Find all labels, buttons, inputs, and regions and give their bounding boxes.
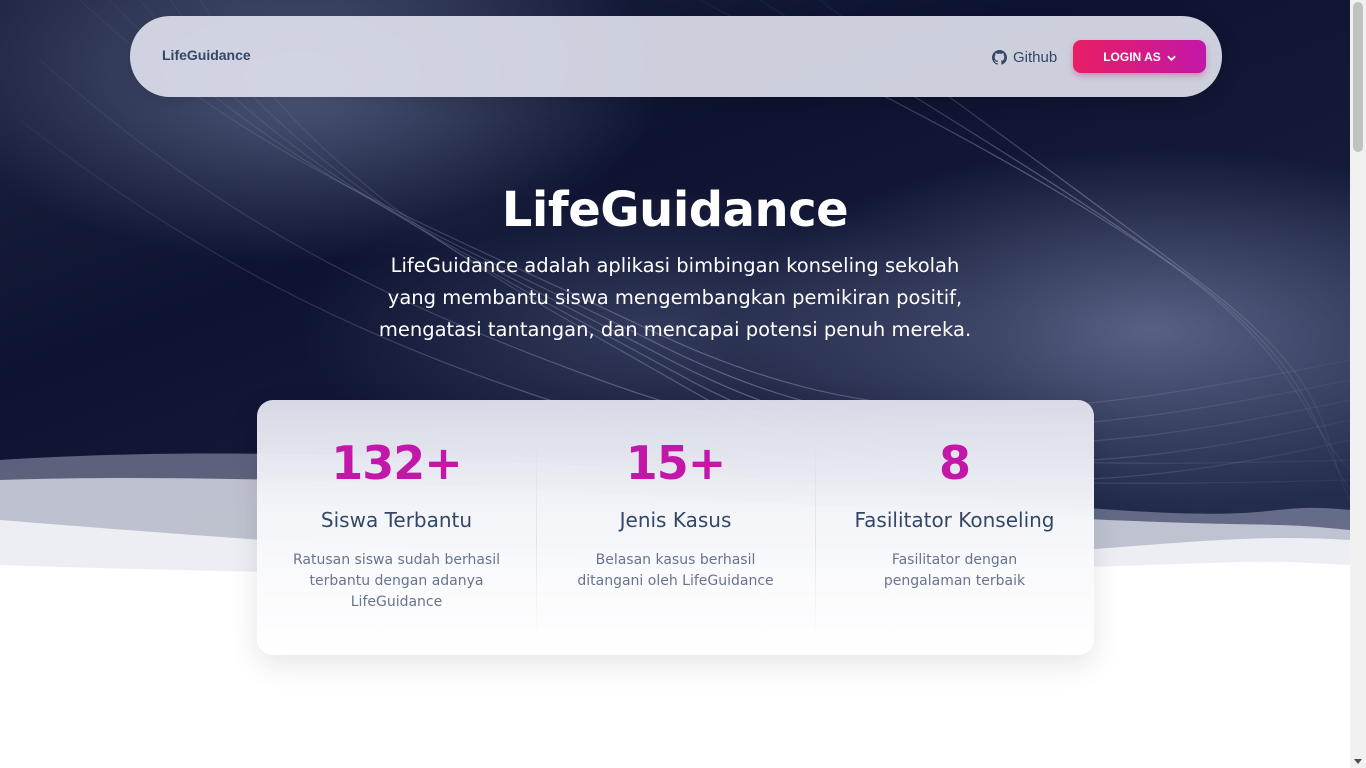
stat-number: 132+ xyxy=(331,436,463,490)
stat-description: Ratusan siswa sudah berhasil terbantu de… xyxy=(292,552,500,610)
stat-number: 8 xyxy=(938,436,971,490)
stat-title: Jenis Kasus xyxy=(619,508,732,532)
stat-case-types: 15+ Jenis Kasus Belasan kasus berhasil d… xyxy=(536,400,815,655)
stats-card: 132+ Siswa Terbantu Ratusan siswa sudah … xyxy=(257,400,1094,655)
hero-subtitle: LifeGuidance adalah aplikasi bimbingan k… xyxy=(378,254,972,341)
stat-description: Fasilitator dengan pengalaman terbaik xyxy=(883,552,1026,589)
stat-number: 15+ xyxy=(625,436,727,490)
stat-title: Fasilitator Konseling xyxy=(854,508,1055,532)
scrollbar-thumb[interactable] xyxy=(1353,2,1363,152)
stat-title: Siswa Terbantu xyxy=(320,508,473,532)
github-icon xyxy=(992,50,1007,65)
scroll-down-arrow-icon[interactable] xyxy=(1354,759,1362,764)
navbar-brand[interactable]: LifeGuidance xyxy=(162,47,251,63)
navbar: LifeGuidance Github LOGIN AS xyxy=(130,16,1222,97)
page-scrollbar[interactable] xyxy=(1350,0,1366,768)
stat-description: Belasan kasus berhasil ditangani oleh Li… xyxy=(577,552,774,589)
hero-title: LifeGuidance xyxy=(501,182,849,238)
login-as-label: LOGIN AS xyxy=(1103,49,1161,64)
chevron-down-icon xyxy=(1167,52,1176,61)
github-label: Github xyxy=(1013,49,1058,66)
stat-students-helped: 132+ Siswa Terbantu Ratusan siswa sudah … xyxy=(257,400,536,655)
login-as-button[interactable]: LOGIN AS xyxy=(1073,40,1206,73)
stat-facilitators: 8 Fasilitator Konseling Fasilitator deng… xyxy=(815,400,1094,655)
github-link[interactable]: Github xyxy=(992,49,1057,66)
